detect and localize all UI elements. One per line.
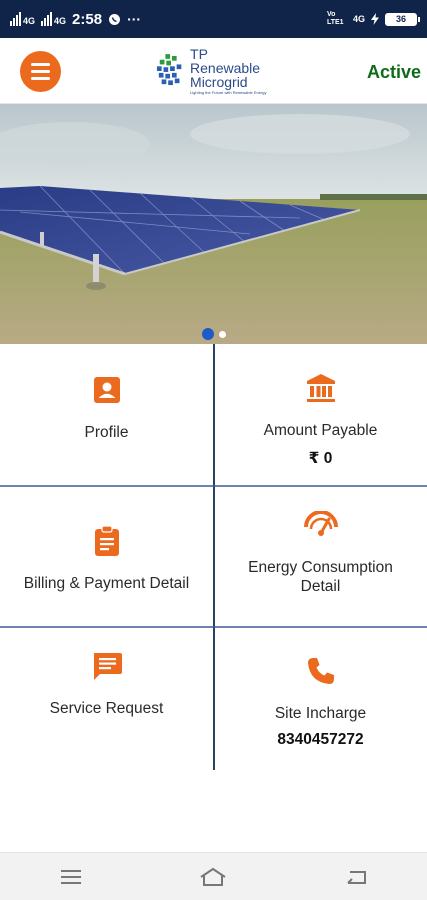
chat-message-icon — [90, 649, 124, 683]
signal-icon-sim2: 4G — [41, 12, 66, 26]
energy-consumption-tile[interactable]: Energy Consumption Detail — [214, 486, 427, 626]
system-status-bar: 4G 4G 2:58 ··· Vo LTE1 4G 36 — [0, 0, 427, 38]
home-button[interactable] — [183, 857, 243, 897]
menu-icon-bar — [31, 77, 50, 80]
sim1-network-label: 4G — [23, 16, 36, 26]
billing-payment-tile[interactable]: Billing & Payment Detail — [0, 486, 213, 626]
site-incharge-phone[interactable]: 8340457272 — [277, 731, 363, 749]
image-carousel[interactable] — [0, 104, 427, 344]
menu-icon-bar — [31, 63, 50, 66]
whatsapp-notification-icon — [109, 13, 121, 25]
gauge-icon — [303, 508, 338, 542]
battery-icon: 36 — [385, 12, 420, 26]
solar-panel-photo — [0, 104, 427, 344]
service-request-label: Service Request — [49, 699, 164, 717]
home-icon — [200, 867, 227, 886]
account-box-icon — [90, 373, 124, 407]
volte-label: Vo LTE1 — [326, 11, 344, 26]
dashboard-grid: Profile Amount Payable ₹ 0 Billing & Pay… — [0, 344, 427, 770]
app-screen: 4G 4G 2:58 ··· Vo LTE1 4G 36 TP Renewabl… — [0, 0, 427, 900]
app-header: TP Renewable Microgrid Lighting the Futu… — [0, 38, 427, 104]
hamburger-menu-button[interactable] — [20, 51, 61, 92]
brand-logo: TP Renewable Microgrid Lighting the Futu… — [156, 47, 276, 95]
account-status-label: Active — [366, 62, 421, 82]
bank-icon — [304, 371, 338, 405]
status-right: Vo LTE1 4G 36 — [326, 11, 420, 27]
clipboard-icon — [90, 524, 124, 558]
billing-payment-label: Billing & Payment Detail — [23, 575, 190, 593]
profile-label: Profile — [84, 423, 129, 441]
carousel-indicator — [0, 328, 427, 340]
carousel-dot-2[interactable] — [218, 330, 226, 338]
charging-bolt-icon — [371, 13, 379, 25]
solar-grid-logo-icon — [156, 54, 182, 86]
amount-payable-tile[interactable]: Amount Payable ₹ 0 — [214, 344, 427, 485]
site-incharge-label: Site Incharge — [274, 704, 367, 722]
signal-icon-sim1: 4G — [10, 12, 35, 26]
amount-payable-value: ₹ 0 — [308, 449, 333, 467]
back-button[interactable] — [326, 857, 386, 897]
logo-text: TP Renewable Microgrid Lighting the Futu… — [190, 47, 276, 95]
status-time: 2:58 — [72, 10, 103, 28]
logo-tagline: Lighting the Future with Renewable Energ… — [190, 90, 267, 95]
logo-title-line1: TP Renewable — [190, 46, 261, 76]
profile-tile[interactable]: Profile — [0, 344, 213, 485]
mobile-data-label: 4G — [352, 14, 365, 24]
battery-level: 36 — [395, 14, 406, 24]
system-navigation-bar — [0, 852, 427, 900]
logo-title-line2: Microgrid — [190, 74, 248, 90]
recent-apps-button[interactable] — [41, 857, 101, 897]
back-icon — [347, 870, 366, 884]
more-notifications-icon: ··· — [127, 11, 142, 27]
amount-payable-label: Amount Payable — [263, 422, 378, 440]
status-left: 4G 4G 2:58 ··· — [10, 11, 141, 28]
site-incharge-tile[interactable]: Site Incharge 8340457272 — [214, 627, 427, 770]
carousel-dot-1[interactable] — [201, 328, 214, 340]
energy-consumption-label: Energy Consumption Detail — [248, 558, 393, 595]
sim2-network-label: 4G — [54, 16, 67, 26]
phone-icon — [304, 654, 338, 688]
menu-lines-icon — [61, 869, 82, 884]
menu-icon-bar — [31, 70, 50, 73]
service-request-tile[interactable]: Service Request — [0, 627, 213, 770]
